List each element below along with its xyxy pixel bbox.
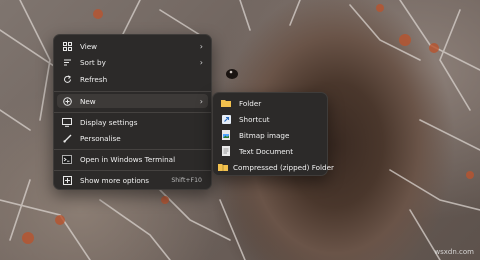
menu-item-label: Show more options: [80, 175, 150, 185]
menu-divider: [54, 112, 211, 113]
submenu-item-label: Folder: [239, 98, 262, 108]
menu-divider: [54, 91, 211, 92]
watermark-text: wsxdn.com: [434, 248, 474, 256]
display-icon: [59, 117, 75, 127]
menu-item-label: Personalise: [80, 133, 121, 143]
submenu-item-label: Text Document: [239, 146, 294, 156]
submenu-item-label: Shortcut: [239, 114, 270, 124]
desktop-context-menu: View › Sort by › Refresh New › Display s…: [53, 34, 212, 190]
submenu-item-zip-folder[interactable]: Compressed (zipped) Folder: [216, 160, 334, 174]
menu-item-label: View: [80, 41, 98, 51]
submenu-item-label: Compressed (zipped) Folder: [233, 162, 334, 172]
menu-item-new[interactable]: New ›: [57, 94, 208, 108]
menu-item-view[interactable]: View ›: [57, 39, 208, 53]
submenu-item-folder[interactable]: Folder: [216, 96, 324, 110]
menu-item-personalise[interactable]: Personalise: [57, 131, 208, 145]
menu-item-sort-by[interactable]: Sort by ›: [57, 55, 208, 69]
refresh-icon: [59, 74, 75, 84]
text-document-icon: [218, 146, 234, 156]
menu-item-label: Refresh: [80, 74, 108, 84]
new-submenu: Folder Shortcut Bitmap image Text Docume…: [212, 92, 334, 176]
menu-item-refresh[interactable]: Refresh: [57, 72, 208, 86]
sort-icon: [59, 58, 75, 67]
brush-icon: [59, 134, 75, 143]
menu-item-display-settings[interactable]: Display settings: [57, 115, 208, 129]
chevron-right-icon: ›: [199, 41, 203, 51]
submenu-item-label: Bitmap image: [239, 130, 290, 140]
chevron-right-icon: ›: [199, 57, 203, 67]
menu-item-label: Display settings: [80, 117, 138, 127]
menu-divider: [54, 149, 211, 150]
terminal-icon: [59, 154, 75, 164]
shortcut-icon: [218, 114, 234, 124]
menu-item-show-more-options[interactable]: Show more options Shift+F10: [57, 173, 208, 187]
more-options-icon: [59, 175, 75, 185]
new-plus-icon: [59, 96, 75, 106]
menu-item-label: Sort by: [80, 57, 106, 67]
zip-folder-icon: [218, 163, 228, 171]
menu-divider: [54, 170, 211, 171]
menu-item-open-terminal[interactable]: Open in Windows Terminal: [57, 152, 208, 166]
submenu-item-text-document[interactable]: Text Document: [216, 144, 324, 158]
shortcut-hint: Shift+F10: [171, 176, 202, 184]
chevron-right-icon: ›: [199, 96, 203, 106]
view-grid-icon: [59, 41, 75, 51]
menu-item-label: Open in Windows Terminal: [80, 154, 176, 164]
folder-icon: [218, 99, 234, 107]
submenu-item-shortcut[interactable]: Shortcut: [216, 112, 324, 126]
bitmap-icon: [218, 130, 234, 140]
menu-item-label: New: [80, 96, 96, 106]
submenu-item-bitmap[interactable]: Bitmap image: [216, 128, 324, 142]
